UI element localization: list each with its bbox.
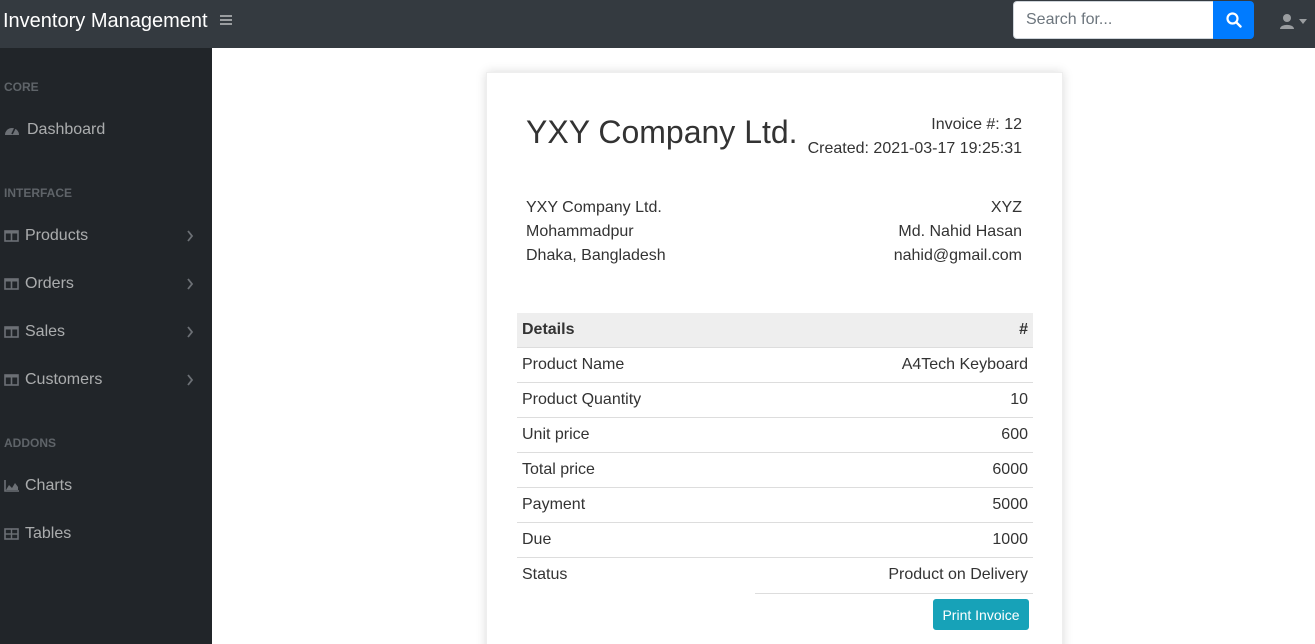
row-label: Unit price — [522, 426, 590, 443]
sidebar-item-label: Sales — [25, 323, 66, 340]
sender-line: Dhaka, Bangladesh — [526, 247, 666, 264]
search-button[interactable] — [1213, 1, 1254, 39]
row-value: Product on Delivery — [888, 566, 1028, 583]
row-value: A4Tech Keyboard — [901, 356, 1028, 373]
sidebar-item-label: Tables — [25, 525, 72, 542]
divider — [755, 593, 1033, 594]
columns-icon — [4, 278, 19, 290]
sidebar-item-products[interactable]: Products — [0, 218, 212, 254]
columns-icon — [4, 326, 19, 338]
recipient-line: nahid@gmail.com — [893, 247, 1022, 264]
table-row: Unit price 600 — [517, 418, 1033, 453]
row-value: 1000 — [992, 531, 1028, 548]
sidebar-item-dashboard[interactable]: Dashboard — [0, 112, 212, 148]
chevron-right-icon — [187, 230, 194, 242]
sender-address: YXY Company Ltd. Mohammadpur Dhaka, Bang… — [526, 196, 666, 268]
main-content: YXY Company Ltd. Invoice #: 12 Created: … — [212, 48, 1315, 644]
caret-down-icon — [1299, 18, 1307, 24]
sidebar-item-sales[interactable]: Sales — [0, 314, 212, 350]
chevron-right-icon — [187, 326, 194, 338]
row-label: Payment — [522, 496, 586, 513]
sidebar-item-tables[interactable]: Tables — [0, 516, 212, 552]
user-icon — [1280, 14, 1294, 29]
columns-icon — [4, 230, 19, 242]
sender-line: YXY Company Ltd. — [526, 199, 662, 216]
search-group — [1013, 1, 1254, 39]
chevron-right-icon — [187, 374, 194, 386]
table-row: Product Quantity 10 — [517, 383, 1033, 418]
sidebar-item-label: Dashboard — [27, 121, 106, 138]
row-label: Product Quantity — [522, 391, 642, 408]
sidebar-item-label: Charts — [25, 477, 73, 494]
company-title: YXY Company Ltd. — [526, 114, 798, 150]
brand-title[interactable]: Inventory Management — [3, 10, 208, 33]
row-value: 6000 — [992, 461, 1028, 478]
search-input[interactable] — [1013, 1, 1213, 39]
details-header: Details — [522, 321, 575, 338]
invoice-number: Invoice #: 12 — [931, 116, 1022, 133]
print-invoice-button[interactable]: Print Invoice — [933, 599, 1029, 630]
table-row: Status Product on Delivery — [517, 558, 1033, 593]
user-dropdown[interactable] — [1279, 11, 1307, 31]
sidebar-item-label: Orders — [25, 275, 74, 292]
invoice-card: YXY Company Ltd. Invoice #: 12 Created: … — [486, 72, 1063, 644]
sidebar-item-charts[interactable]: Charts — [0, 468, 212, 504]
sidebar-item-label: Customers — [25, 371, 103, 388]
sidebar: CORE Dashboard INTERFACE Products Orders — [0, 48, 212, 644]
table-row: Due 1000 — [517, 523, 1033, 558]
sidebar-item-customers[interactable]: Customers — [0, 362, 212, 398]
row-value: 600 — [1001, 426, 1028, 443]
table-row: Payment 5000 — [517, 488, 1033, 523]
invoice-created-date: Created: 2021-03-17 19:25:31 — [807, 140, 1022, 157]
sidebar-heading-core: CORE — [4, 80, 39, 94]
row-value: 10 — [1010, 391, 1028, 408]
table-icon — [4, 528, 19, 540]
recipient-line: XYZ — [990, 199, 1022, 216]
tachometer-icon — [5, 127, 19, 135]
sidebar-item-label: Products — [25, 227, 89, 244]
table-row: Product Name A4Tech Keyboard — [517, 348, 1033, 383]
recipient-address: XYZ Md. Nahid Hasan nahid@gmail.com — [894, 196, 1022, 268]
hamburger-icon — [220, 15, 232, 17]
row-value: 5000 — [992, 496, 1028, 513]
sidebar-toggle-button[interactable] — [219, 13, 235, 29]
row-label: Total price — [522, 461, 595, 478]
sender-line: Mohammadpur — [526, 223, 634, 240]
sidebar-item-orders[interactable]: Orders — [0, 266, 212, 302]
columns-icon — [4, 374, 19, 386]
row-label: Product Name — [522, 356, 625, 373]
row-label: Due — [522, 531, 552, 548]
table-header: Details # — [517, 313, 1033, 348]
invoice-details-table: Details # Product Name A4Tech Keyboard P… — [517, 313, 1033, 594]
top-navbar: Inventory Management — [0, 0, 1315, 48]
recipient-line: Md. Nahid Hasan — [898, 223, 1022, 240]
row-label: Status — [522, 566, 568, 583]
sidebar-heading-addons: ADDONS — [4, 436, 57, 450]
search-icon — [1225, 12, 1242, 28]
number-header: # — [1019, 321, 1028, 338]
chevron-right-icon — [187, 278, 194, 290]
sidebar-heading-interface: INTERFACE — [4, 186, 73, 200]
area-chart-icon — [4, 480, 19, 492]
table-row: Total price 6000 — [517, 453, 1033, 488]
